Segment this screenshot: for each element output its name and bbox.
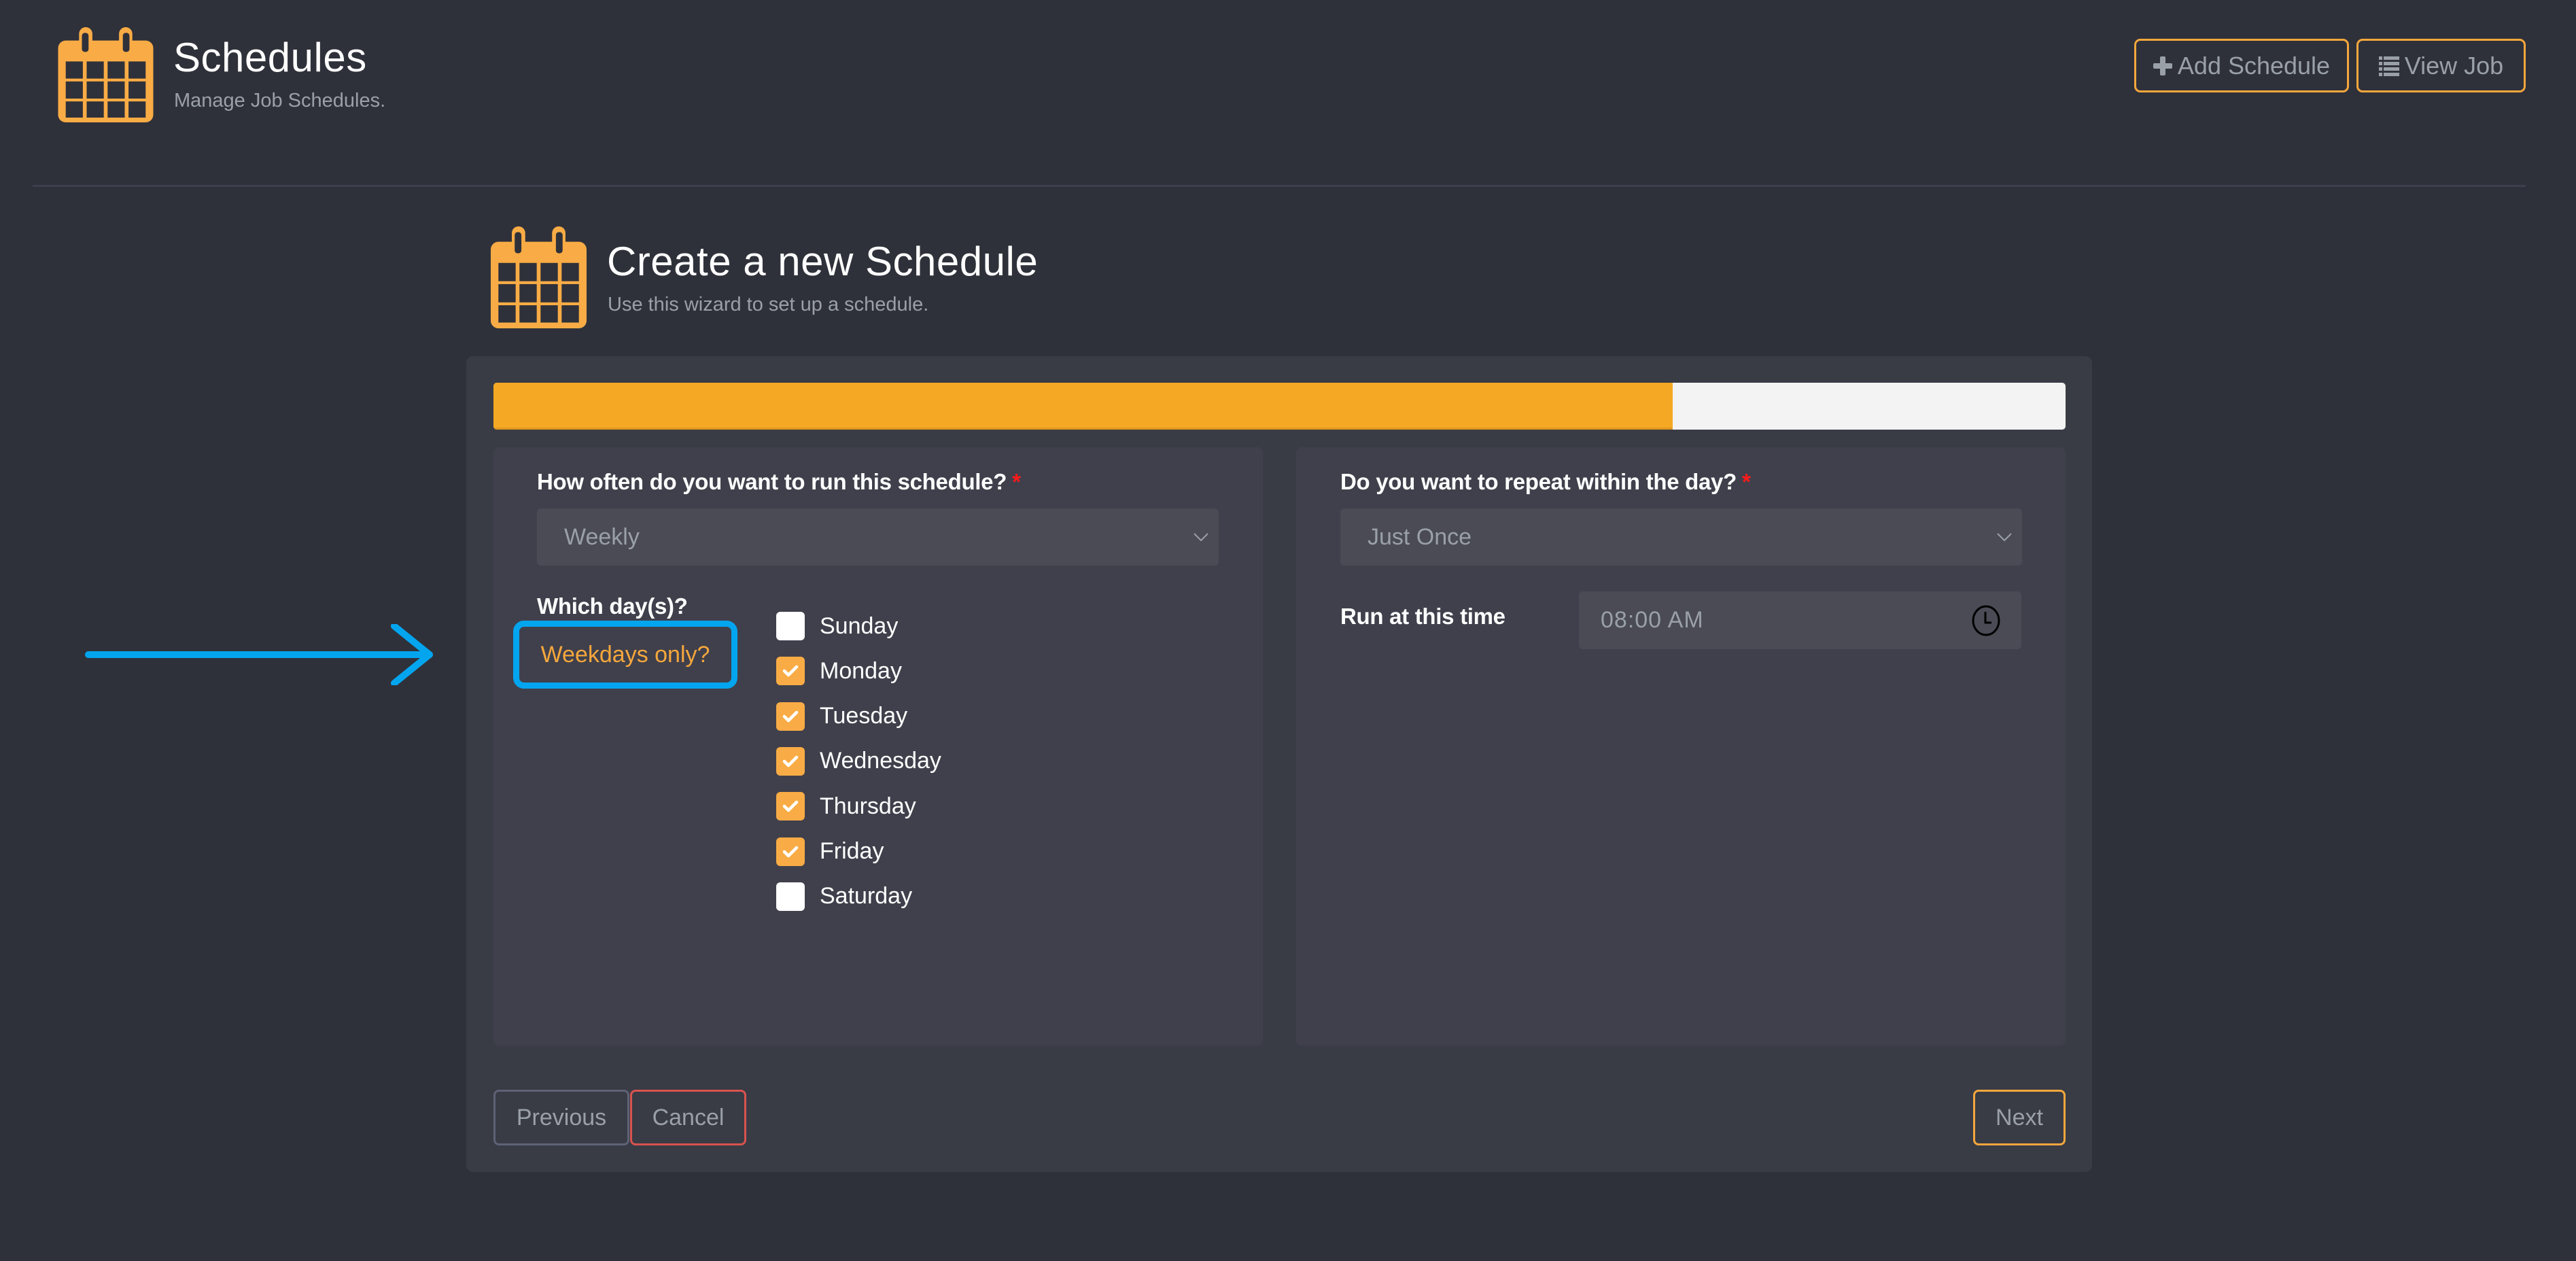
chevron-down-icon <box>1194 533 1208 542</box>
page-title: Schedules <box>173 35 367 80</box>
previous-button[interactable]: Previous <box>493 1090 629 1145</box>
day-option-sunday[interactable]: Sunday <box>776 611 898 641</box>
day-option-saturday[interactable]: Saturday <box>776 882 912 912</box>
clock-icon[interactable] <box>1971 604 2001 637</box>
plus-icon <box>2153 54 2172 77</box>
run-time-input[interactable]: 08:00 AM <box>1579 591 2021 649</box>
day-label: Monday <box>820 657 902 684</box>
day-checkbox[interactable] <box>776 837 805 866</box>
checkmark-icon <box>782 710 799 722</box>
day-label: Sunday <box>820 612 899 639</box>
chevron-down-icon <box>1997 533 2012 542</box>
frequency-select-value: Weekly <box>564 523 640 550</box>
frequency-label-text: How often do you want to run this schedu… <box>537 469 1007 494</box>
day-label: Wednesday <box>820 748 941 774</box>
day-label: Tuesday <box>820 703 908 729</box>
header-divider <box>33 185 2526 187</box>
day-option-monday[interactable]: Monday <box>776 656 902 686</box>
weekdays-highlight-box: Weekdays only? <box>513 621 737 689</box>
frequency-label: How often do you want to run this schedu… <box>537 469 1021 495</box>
wizard-calendar-icon <box>491 226 587 328</box>
day-checkbox[interactable] <box>776 702 805 731</box>
day-option-wednesday[interactable]: Wednesday <box>776 746 941 776</box>
day-checkbox[interactable] <box>776 612 805 640</box>
view-job-button[interactable]: View Job <box>2356 39 2526 92</box>
header-calendar-icon <box>58 27 154 122</box>
annotation-arrow-icon <box>85 624 433 685</box>
day-option-tuesday[interactable]: Tuesday <box>776 702 907 731</box>
frequency-select[interactable]: Weekly <box>537 508 1219 566</box>
checkmark-icon <box>782 846 799 857</box>
run-time-value: 08:00 AM <box>1601 607 1704 633</box>
day-checkbox[interactable] <box>776 657 805 686</box>
run-time-label: Run at this time <box>1340 604 1505 629</box>
day-checkbox[interactable] <box>776 792 805 821</box>
days-label: Which day(s)? <box>537 593 688 619</box>
required-marker: * <box>1012 469 1021 494</box>
add-schedule-label: Add Schedule <box>2177 51 2331 80</box>
weekdays-only-link[interactable]: Weekdays only? <box>541 642 710 668</box>
day-checkbox[interactable] <box>776 746 805 776</box>
checkmark-icon <box>782 666 799 677</box>
day-label: Friday <box>820 838 884 864</box>
day-label: Thursday <box>820 793 916 819</box>
repeat-select-value: Just Once <box>1368 523 1472 550</box>
wizard-subtitle: Use this wizard to set up a schedule. <box>608 294 929 315</box>
day-option-thursday[interactable]: Thursday <box>776 791 916 821</box>
required-marker: * <box>1741 469 1751 494</box>
wizard-progress-fill <box>493 383 1673 430</box>
day-option-friday[interactable]: Friday <box>776 837 884 867</box>
add-schedule-button[interactable]: Add Schedule <box>2134 39 2349 92</box>
day-checkbox[interactable] <box>776 882 805 911</box>
next-button[interactable]: Next <box>1973 1090 2066 1145</box>
repeat-label: Do you want to repeat within the day? * <box>1340 469 1751 495</box>
cancel-button[interactable]: Cancel <box>630 1090 746 1145</box>
checkmark-icon <box>782 755 799 767</box>
wizard-progress-bar <box>493 383 2066 430</box>
page-subtitle: Manage Job Schedules. <box>174 90 386 111</box>
repeat-select[interactable]: Just Once <box>1340 508 2022 566</box>
view-job-label: View Job <box>2404 51 2504 80</box>
wizard-title: Create a new Schedule <box>607 239 1039 284</box>
list-icon <box>2378 56 2399 76</box>
checkmark-icon <box>782 800 799 812</box>
repeat-label-text: Do you want to repeat within the day? <box>1340 469 1737 494</box>
day-label: Saturday <box>820 883 913 910</box>
